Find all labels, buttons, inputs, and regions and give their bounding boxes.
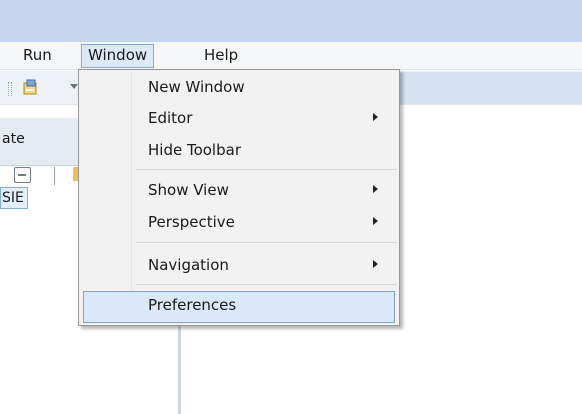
menu-item-navigation[interactable]: Navigation bbox=[83, 251, 395, 279]
view-tab-bar: ate bbox=[0, 118, 78, 166]
menu-separator bbox=[136, 242, 397, 243]
menu-item-label: Perspective bbox=[148, 213, 235, 231]
drag-handle-icon[interactable] bbox=[8, 82, 12, 96]
tree-item[interactable]: SIE bbox=[0, 187, 28, 209]
editor-area-header bbox=[400, 72, 582, 104]
menu-item-label: Show View bbox=[148, 181, 229, 199]
menu-item-preferences[interactable]: Preferences bbox=[83, 291, 395, 323]
window-menu-dropdown: New Window Editor Hide Toolbar Show View… bbox=[78, 69, 400, 326]
menu-item-editor[interactable]: Editor bbox=[83, 104, 395, 132]
left-view-pane: ate SIE bbox=[0, 106, 79, 414]
menu-item-label: Hide Toolbar bbox=[148, 141, 241, 159]
toolbar-divider bbox=[54, 167, 55, 185]
submenu-arrow-icon bbox=[373, 185, 378, 193]
submenu-arrow-icon bbox=[373, 113, 378, 121]
menu-item-new-window[interactable]: New Window bbox=[83, 73, 395, 101]
menu-item-label: Preferences bbox=[148, 296, 237, 314]
menu-separator bbox=[136, 284, 397, 285]
menu-item-label: New Window bbox=[148, 78, 245, 96]
menu-run[interactable]: Run bbox=[18, 45, 57, 67]
menu-item-show-view[interactable]: Show View bbox=[83, 176, 395, 204]
submenu-arrow-icon bbox=[373, 260, 378, 268]
submenu-arrow-icon bbox=[373, 217, 378, 225]
dropdown-arrow-icon[interactable] bbox=[70, 84, 78, 89]
collapse-all-icon[interactable] bbox=[14, 167, 31, 183]
menu-separator bbox=[136, 169, 397, 170]
menu-item-label: Navigation bbox=[148, 256, 229, 274]
menu-bar: Run Window Help bbox=[0, 42, 582, 70]
menu-item-perspective[interactable]: Perspective bbox=[83, 208, 395, 236]
window-titlebar bbox=[0, 0, 582, 42]
menu-window[interactable]: Window bbox=[81, 44, 155, 68]
menu-item-label: Editor bbox=[148, 109, 193, 127]
toolbar-action-icon[interactable] bbox=[22, 79, 40, 97]
menu-help[interactable]: Help bbox=[199, 45, 243, 67]
menu-item-hide-toolbar[interactable]: Hide Toolbar bbox=[83, 136, 395, 164]
view-tab-label[interactable]: ate bbox=[2, 131, 25, 147]
